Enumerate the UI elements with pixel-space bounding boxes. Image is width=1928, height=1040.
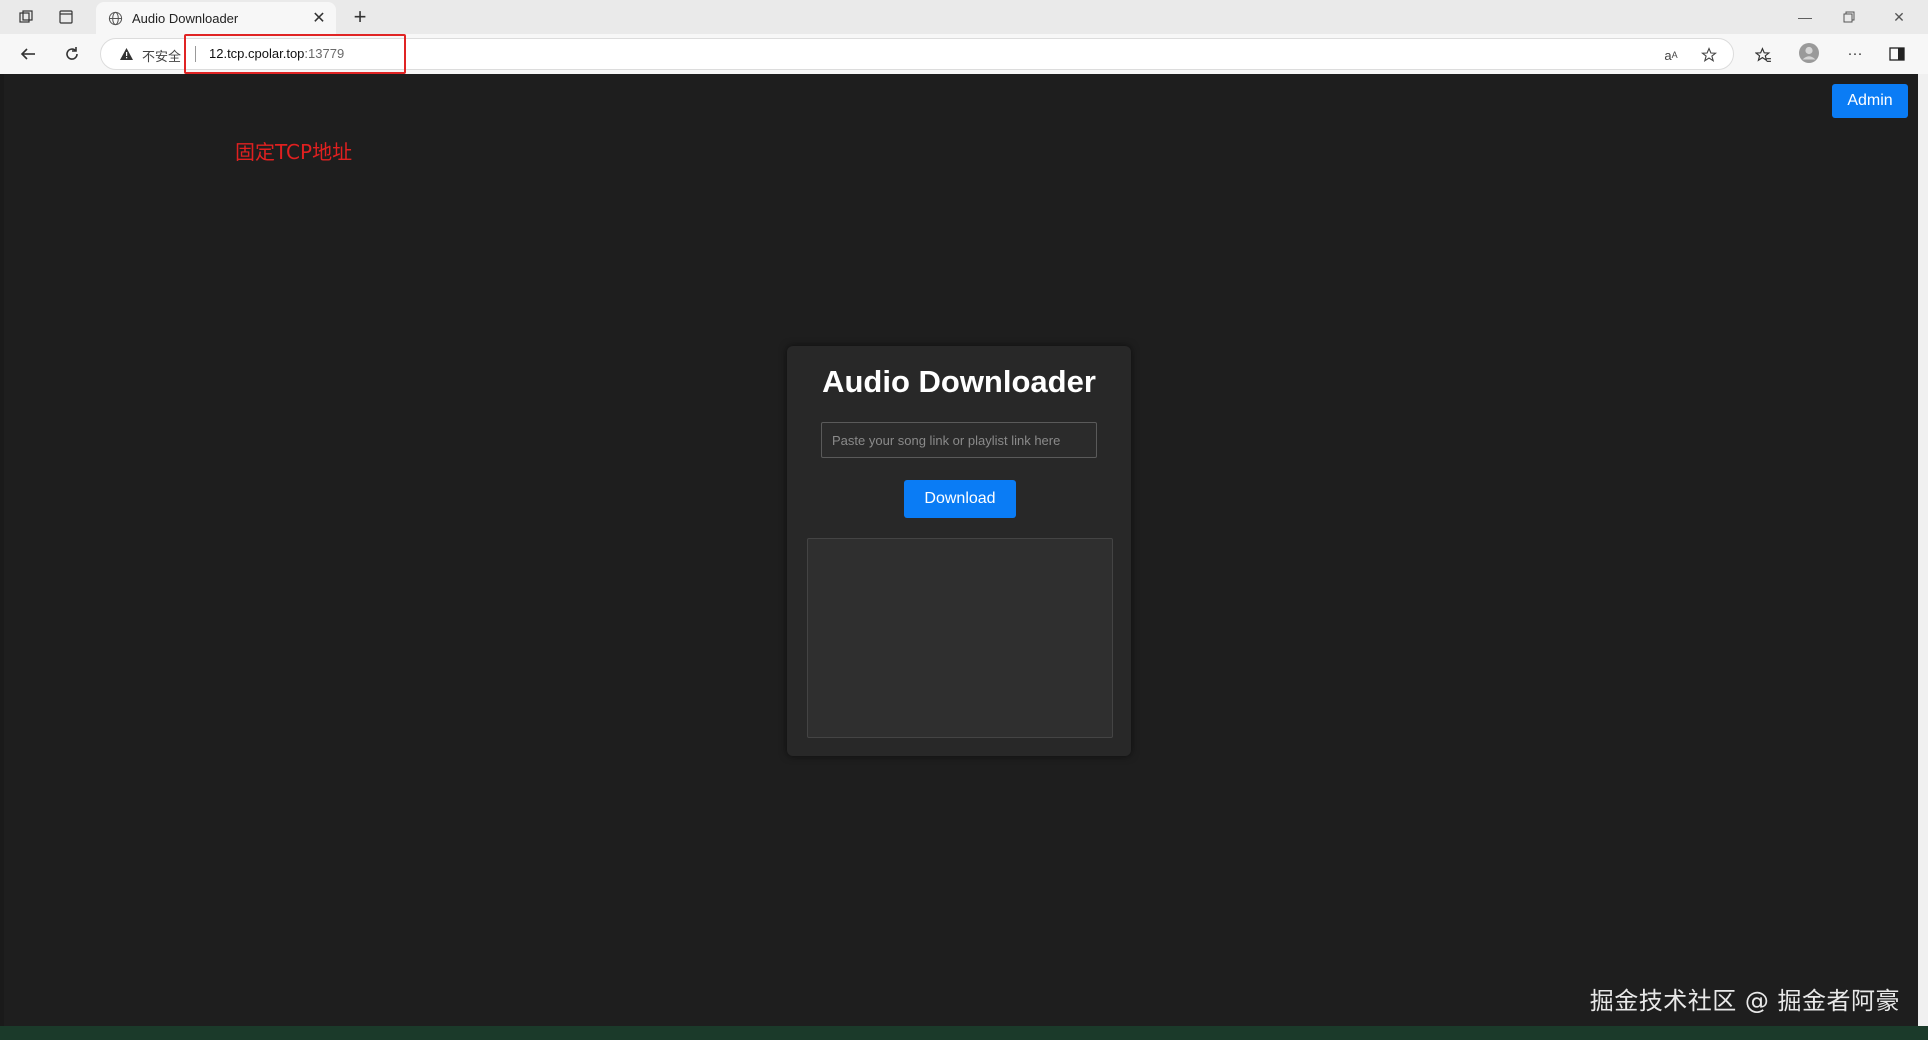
new-tab-button[interactable]: + (348, 4, 372, 29)
warning-icon[interactable] (119, 47, 135, 63)
more-options-icon[interactable]: ··· (1844, 42, 1866, 64)
downloader-card: Audio Downloader Download (787, 346, 1131, 756)
back-arrow-icon[interactable] (16, 42, 40, 66)
tab-title: Audio Downloader (132, 10, 239, 26)
close-window-icon[interactable]: ✕ (1884, 6, 1914, 28)
watermark: 掘金技术社区 @ 掘金者阿豪 (1589, 987, 1900, 1015)
highlight-box (184, 34, 406, 74)
tab-actions-icon[interactable] (56, 7, 76, 27)
desktop-edge-bottom (0, 1026, 1928, 1040)
insecure-label[interactable]: 不安全 (142, 46, 181, 65)
admin-button[interactable]: Admin (1832, 84, 1908, 118)
favorite-star-icon[interactable] (1699, 45, 1719, 65)
page-title: Audio Downloader (822, 364, 1096, 399)
read-aloud-icon[interactable]: aA (1661, 45, 1681, 65)
favorites-icon[interactable] (1752, 44, 1774, 66)
tab-audio-downloader[interactable]: Audio Downloader ✕ (96, 2, 336, 34)
page-content: Admin 固定TCP地址 Audio Downloader Download … (4, 74, 1918, 1026)
workspaces-icon[interactable] (16, 7, 36, 27)
globe-icon (106, 9, 124, 27)
refresh-icon[interactable] (60, 42, 84, 66)
minimize-icon[interactable]: — (1790, 6, 1820, 28)
output-area (807, 538, 1113, 738)
restore-icon[interactable] (1834, 6, 1864, 28)
browser-tab-bar: Audio Downloader ✕ + — ✕ (0, 0, 1928, 34)
song-link-input[interactable] (821, 422, 1097, 458)
download-button[interactable]: Download (904, 480, 1016, 518)
close-tab-icon[interactable]: ✕ (310, 9, 328, 27)
profile-avatar-icon[interactable] (1798, 42, 1820, 64)
annotation-label: 固定TCP地址 (235, 140, 353, 164)
sidebar-toggle-icon[interactable] (1886, 43, 1908, 65)
desktop-edge-right (1918, 74, 1928, 1026)
